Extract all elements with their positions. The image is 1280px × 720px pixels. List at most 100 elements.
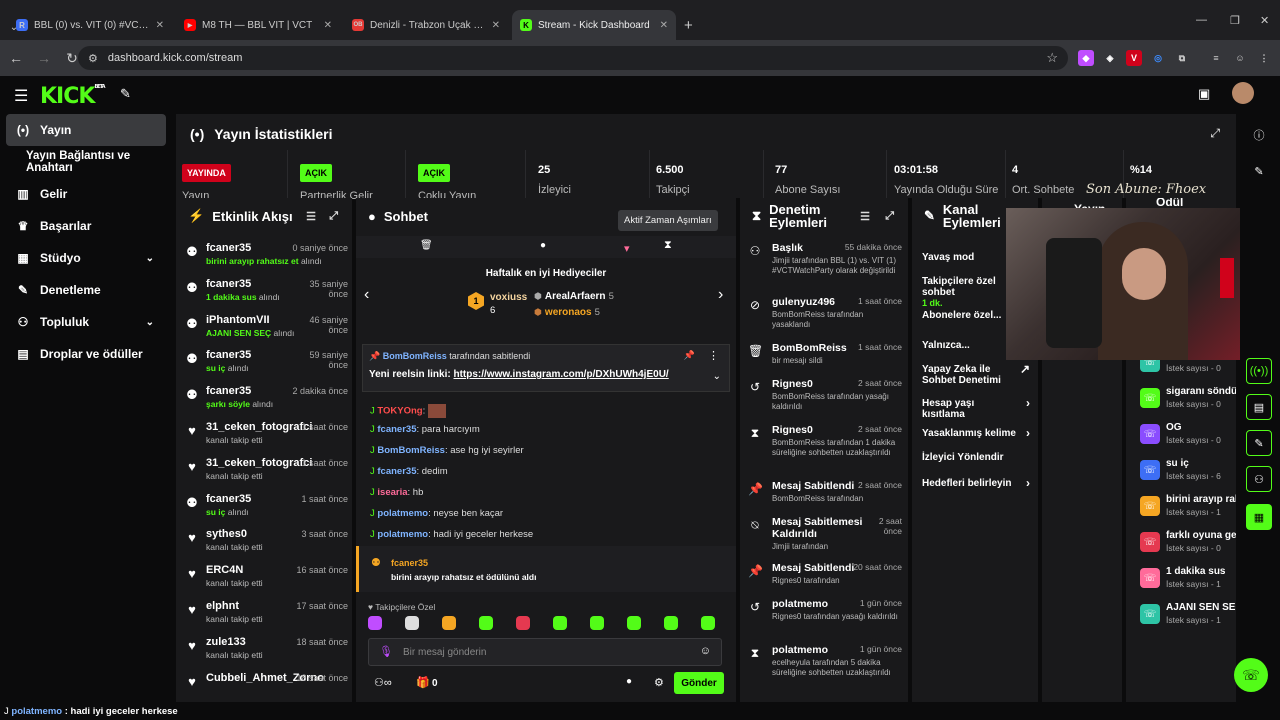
activity-user[interactable]: elphnt	[206, 600, 239, 612]
pinned-link[interactable]: https://www.instagram.com/p/DXhUWh4jE0U/	[453, 369, 668, 380]
media-control-icon[interactable]: ≡	[1208, 50, 1224, 66]
reward-item[interactable]: ☏ 1 dakika sus İstek sayısı - 1	[1140, 566, 1236, 594]
emote-icon[interactable]	[553, 616, 567, 630]
chat-bubble-icon[interactable]: ●	[626, 676, 632, 687]
activity-user[interactable]: iPhantomVII	[206, 314, 270, 326]
emote-icon[interactable]	[442, 616, 456, 630]
extension-icon[interactable]: ◈	[1102, 50, 1118, 66]
back-icon[interactable]: ←	[2, 50, 30, 66]
emote-icon[interactable]	[664, 616, 678, 630]
sidebar-item-community[interactable]: ⚇ Topluluk ⌄	[6, 306, 166, 338]
chat-bubble-icon[interactable]: ●	[540, 240, 546, 251]
layout-icon[interactable]: ▤	[1246, 394, 1272, 420]
channel-action-item[interactable]: Hedefleri belirleyin ›	[922, 477, 1030, 489]
tab-search-chevron-icon[interactable]: ⌄	[6, 22, 22, 38]
green-app-icon[interactable]: ▦	[1246, 504, 1272, 530]
close-tab-icon[interactable]: ✕	[660, 20, 668, 31]
sidebar-item-stream[interactable]: (•) Yayın	[6, 114, 166, 146]
user-avatar[interactable]	[1232, 82, 1254, 104]
extension-icon[interactable]: ◆	[1078, 50, 1094, 66]
close-window-icon[interactable]: ✕	[1260, 14, 1269, 27]
filter-icon[interactable]: ☰	[860, 210, 870, 223]
chat-username[interactable]: polatmemo	[377, 508, 428, 519]
reward-item[interactable]: ☏ birini arayıp rahatsız et İstek sayısı -…	[1140, 494, 1236, 522]
reward-user[interactable]: fcaner35	[391, 558, 428, 568]
reward-item[interactable]: ☏ AJANI SEN SEÇ İstek sayısı - 1	[1140, 602, 1236, 630]
drops-infinity-icon[interactable]: ⚇∞	[374, 676, 392, 689]
send-button[interactable]: Gönder	[674, 672, 724, 694]
unpin-icon[interactable]: 📌	[684, 350, 695, 361]
close-tab-icon[interactable]: ✕	[492, 20, 500, 31]
hamburger-menu-icon[interactable]: ☰	[14, 86, 28, 106]
community-icon[interactable]: ⚇	[1246, 466, 1272, 492]
chat-username[interactable]: polatmemo	[377, 529, 428, 540]
extensions-puzzle-icon[interactable]: ⧉	[1174, 50, 1190, 66]
emote-icon[interactable]	[701, 616, 715, 630]
tools-icon[interactable]: ✎	[120, 86, 131, 102]
activity-user[interactable]: fcaner35	[206, 493, 251, 505]
extension-icon[interactable]: V	[1126, 50, 1142, 66]
pinned-by-user[interactable]: BomBomReiss	[383, 351, 447, 361]
sidebar-item-moderation[interactable]: ✎ Denetleme	[6, 274, 166, 306]
menu-dots-icon[interactable]: ⋮	[1256, 50, 1272, 66]
popout-icon[interactable]: ⤢	[329, 210, 338, 223]
reward-item[interactable]: ☏ su iç İstek sayısı - 6	[1140, 458, 1236, 486]
minimize-icon[interactable]: —	[1196, 14, 1207, 26]
channel-action-item[interactable]: Yasaklanmış kelime ›	[922, 427, 1030, 439]
emote-icon[interactable]	[368, 616, 382, 630]
extension-icon[interactable]: ◎	[1150, 50, 1166, 66]
restore-icon[interactable]: ❐	[1230, 14, 1240, 27]
activity-user[interactable]: ERC4N	[206, 564, 243, 576]
activity-user[interactable]: sythes0	[206, 528, 247, 540]
activity-user[interactable]: fcaner35	[206, 385, 251, 397]
activity-user[interactable]: fcaner35	[206, 242, 251, 254]
emote-icon[interactable]	[627, 616, 641, 630]
chat-username[interactable]: fcaner35	[377, 424, 416, 435]
sidebar-item-achievements[interactable]: ♛ Başarılar	[6, 210, 166, 242]
browser-tab[interactable]: RBBL (0) vs. VIT (0) #VCTWatchParty✕	[8, 10, 172, 40]
reward-item[interactable]: ☏ farklı oyuna geç İstek sayısı - 0	[1140, 530, 1236, 558]
sidebar-item-stream-key[interactable]: Yayın Bağlantısı ve Anahtarı	[6, 146, 176, 178]
profile-icon[interactable]: ☺	[1232, 50, 1248, 66]
chat-username[interactable]: isearia	[377, 487, 407, 498]
address-bar[interactable]: ⚙ dashboard.kick.com/stream ☆	[78, 46, 1068, 70]
chat-username[interactable]: TOKYOng	[377, 406, 422, 417]
support-chat-button[interactable]: ☏	[1234, 658, 1268, 692]
forward-icon[interactable]: →	[30, 50, 58, 66]
reward-item[interactable]: ☏ OG İstek sayısı - 0	[1140, 422, 1236, 450]
activity-user[interactable]: fcaner35	[206, 349, 251, 361]
kick-logo[interactable]: KICKBETA	[40, 84, 106, 109]
activity-user[interactable]: zule133	[206, 636, 246, 648]
site-info-icon[interactable]: ⚙	[88, 52, 98, 65]
emoji-icon[interactable]: ☺	[700, 645, 711, 657]
filter-icon[interactable]: ☰	[306, 210, 316, 223]
sidebar-item-drops[interactable]: ▤ Droplar ve ödüller	[6, 338, 166, 370]
more-options-icon[interactable]: ⋮	[708, 349, 719, 362]
close-tab-icon[interactable]: ✕	[156, 20, 164, 31]
channel-action-item[interactable]: İzleyici Yönlendir	[922, 452, 1030, 463]
sidebar-item-studio[interactable]: ▦ Stüdyo ⌄	[6, 242, 166, 274]
emote-icon[interactable]	[516, 616, 530, 630]
activity-user[interactable]: fcaner35	[206, 278, 251, 290]
streamer-mode-icon[interactable]: ▣	[1198, 86, 1210, 102]
browser-tab-active[interactable]: K Stream - Kick Dashboard ✕	[512, 10, 676, 40]
channel-action-item[interactable]: Hesap yaşı kısıtlama ›	[922, 397, 1030, 420]
chat-username[interactable]: fcaner35	[377, 466, 416, 477]
bookmark-star-icon[interactable]: ☆	[1046, 50, 1058, 66]
hourglass-icon[interactable]: ⧗	[664, 239, 672, 252]
emote-icon[interactable]	[590, 616, 604, 630]
trash-icon[interactable]: 🗑	[420, 240, 433, 251]
popout-icon[interactable]: ⤢	[1210, 126, 1220, 141]
chevron-right-icon[interactable]: ›	[718, 286, 723, 304]
browser-tab[interactable]: OB Denizli - Trabzon Uçak Seferi - ... ✕	[344, 10, 508, 40]
info-icon[interactable]: ⓘ	[1246, 122, 1272, 148]
chevron-down-icon[interactable]: ⌄	[713, 371, 721, 382]
emote-icon[interactable]	[479, 616, 493, 630]
chat-input[interactable]: 🎙 Bir mesaj gönderin ☺	[368, 638, 722, 666]
broadcast-toggle-icon[interactable]: ((•))	[1246, 358, 1272, 384]
edit-icon[interactable]: ✎	[1246, 158, 1272, 184]
emote-icon[interactable]	[405, 616, 419, 630]
close-tab-icon[interactable]: ✕	[324, 20, 332, 31]
moderation-target[interactable]: Mesaj Sabitlemesi Kaldırıldı	[772, 516, 864, 540]
new-tab-icon[interactable]: +	[684, 10, 693, 40]
